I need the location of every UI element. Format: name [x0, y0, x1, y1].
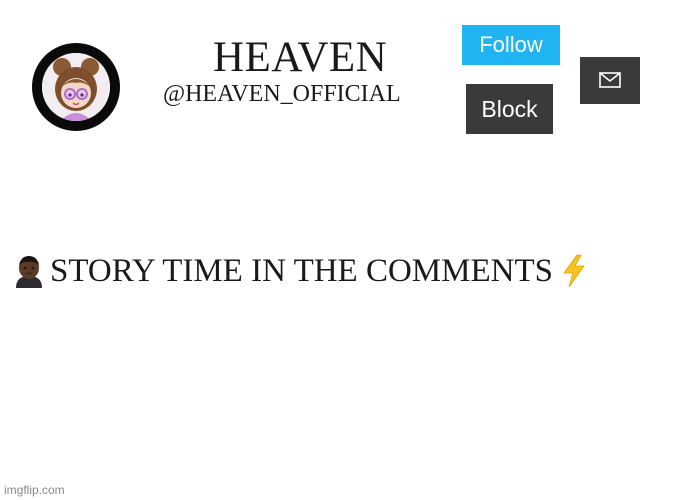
avatar[interactable]	[32, 43, 120, 131]
follow-button[interactable]: Follow	[462, 25, 560, 65]
message-button[interactable]	[580, 57, 640, 104]
post-text: STORY TIME IN THE COMMENTS	[50, 253, 553, 289]
watermark: imgflip.com	[4, 483, 65, 497]
person-emoji-icon	[16, 256, 42, 288]
profile-handle: @HEAVEN_OFFICIAL	[163, 81, 401, 107]
mail-icon	[599, 72, 621, 88]
post-content: STORY TIME IN THE COMMENTS	[14, 250, 587, 292]
avatar-image	[42, 53, 110, 121]
block-button[interactable]: Block	[466, 84, 553, 134]
display-name: HEAVEN	[213, 34, 388, 81]
lightning-bolt-icon	[563, 254, 585, 288]
